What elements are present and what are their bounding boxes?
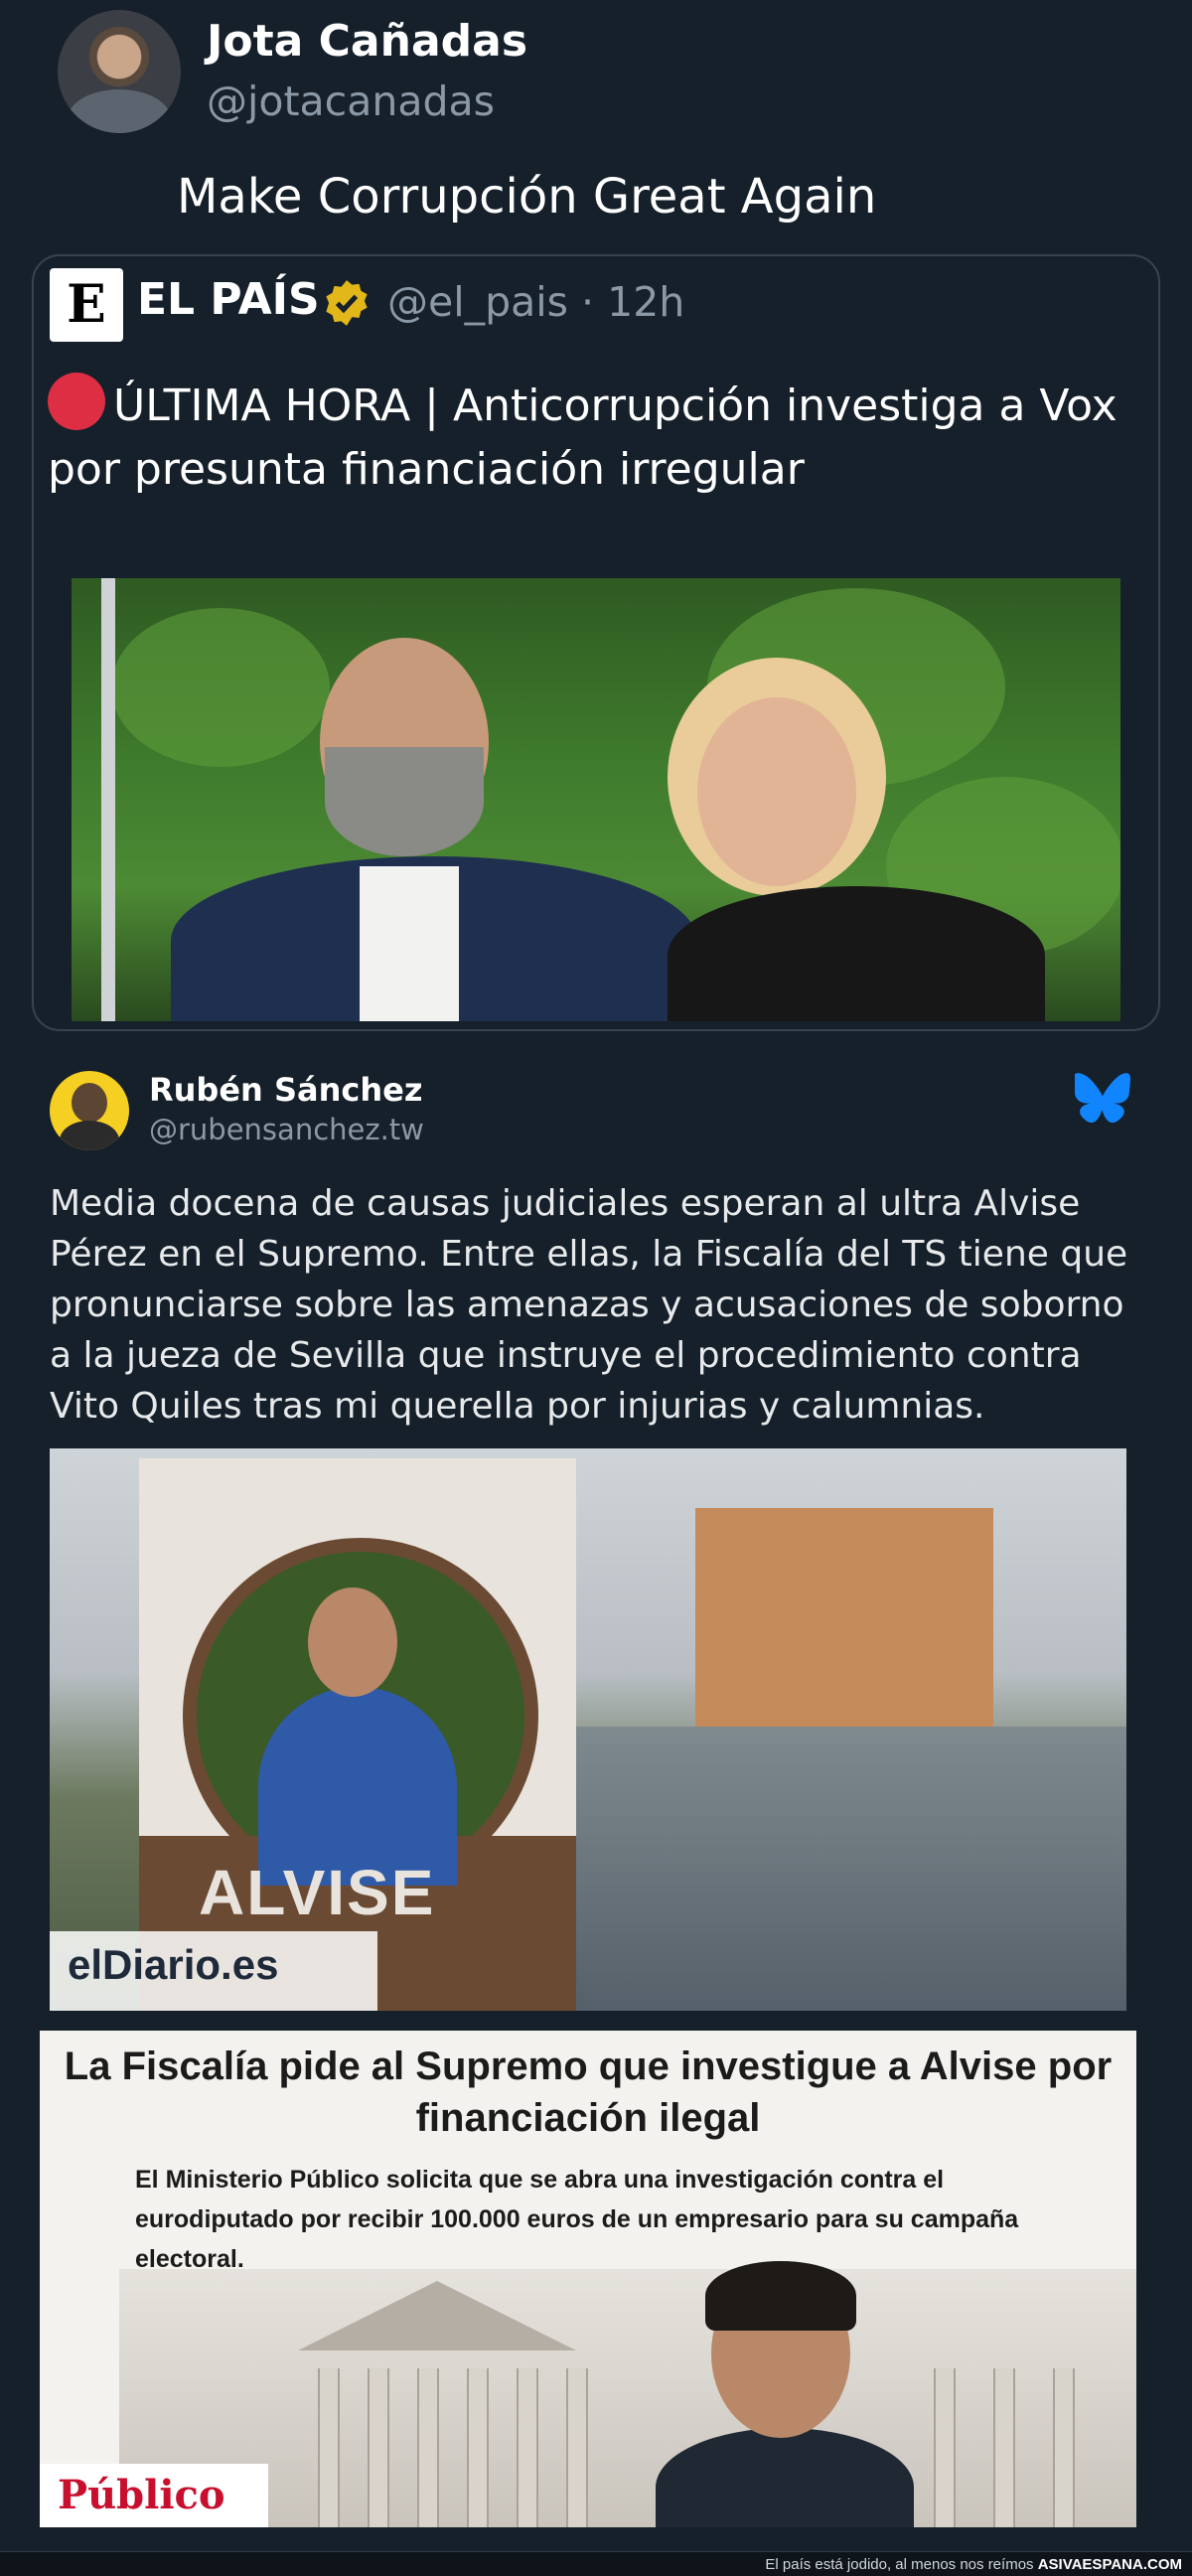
footer-tagline: El país está jodido, al menos nos reímos — [765, 2556, 1034, 2573]
footer-text: El país está jodido, al menos nos reímos… — [765, 2556, 1182, 2573]
red-circle-icon — [48, 373, 105, 430]
tweet-text: Make Corrupción Great Again — [177, 169, 877, 225]
quoted-author-name[interactable]: EL PAÍS — [137, 274, 320, 325]
quoted-handle-time[interactable]: @el_pais · 12h — [387, 278, 684, 326]
poster-name-text: ALVISE — [199, 1857, 436, 1928]
verified-badge-icon — [326, 280, 368, 326]
author-handle[interactable]: @jotacanadas — [207, 77, 495, 125]
embedded-photo[interactable]: ALVISE elDiario.es — [50, 1448, 1126, 2011]
publico-logo-text: Público — [58, 2472, 225, 2518]
embedded-post-text: Media docena de causas judiciales espera… — [50, 1183, 1128, 1427]
site-footer: El país está jodido, al menos nos reímos… — [0, 2551, 1192, 2576]
article-headline: La Fiscalía pide al Supremo que investig… — [64, 2045, 1113, 2140]
article-subhead: El Ministerio Público solicita que se ab… — [135, 2166, 1019, 2273]
alvise-poster: ALVISE — [139, 1458, 576, 2011]
embedded-author-name[interactable]: Rubén Sánchez — [149, 1071, 422, 1109]
embedded-author-avatar[interactable] — [50, 1071, 129, 1150]
publico-logo: Público — [40, 2464, 268, 2527]
quoted-photo[interactable] — [72, 578, 1120, 1021]
bluesky-butterfly-icon — [1075, 1073, 1130, 1123]
quoted-text: ÚLTIMA HORA | Anticorrupción investiga a… — [48, 373, 1150, 502]
eldiario-watermark: elDiario.es — [50, 1931, 377, 2011]
author-name[interactable]: Jota Cañadas — [207, 16, 527, 67]
quoted-text-body: ÚLTIMA HORA | Anticorrupción investiga a… — [48, 380, 1118, 495]
eldiario-logo-text: elDiario.es — [68, 1941, 279, 1988]
author-avatar[interactable] — [58, 10, 181, 133]
congress-building-image — [119, 2269, 1136, 2527]
embedded-author-handle[interactable]: @rubensanchez.tw — [149, 1113, 424, 1146]
publico-article-card[interactable]: La Fiscalía pide al Supremo que investig… — [40, 2031, 1136, 2527]
footer-site[interactable]: ASIVAESPANA.COM — [1038, 2556, 1182, 2573]
el-pais-logo[interactable]: E — [50, 268, 123, 342]
